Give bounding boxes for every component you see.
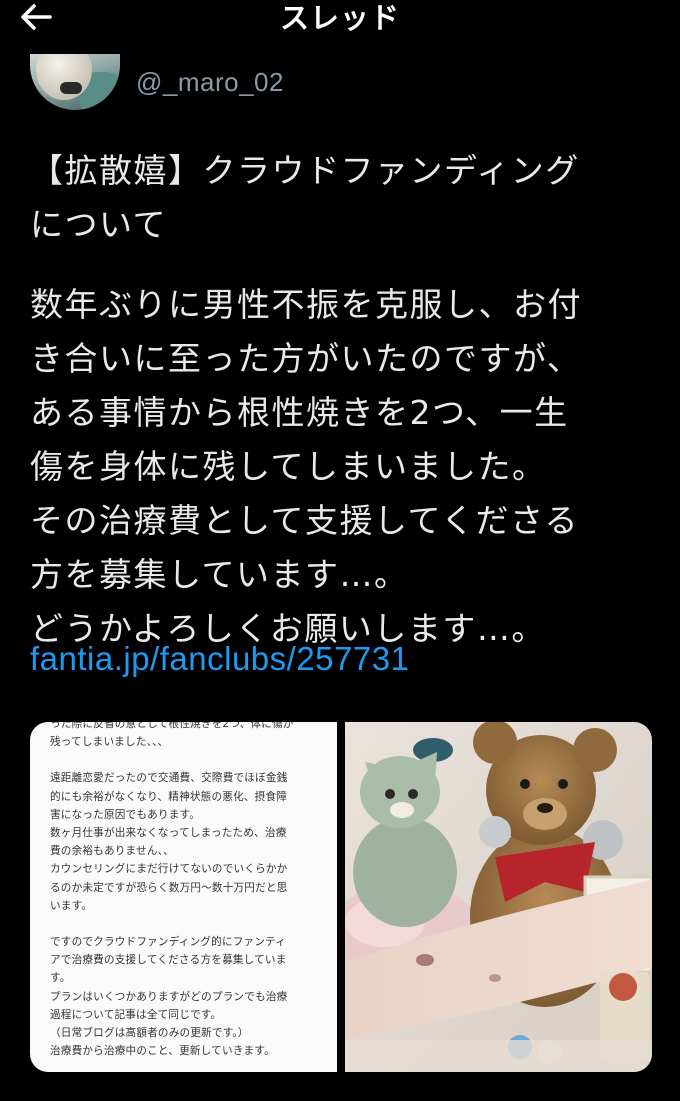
post-body: 数年ぶりに男性不振を克服し、お付 き合いに至った方がいたのですが、 ある事情から…: [30, 278, 660, 656]
doc-line: 過程について記事は全て同じです。: [50, 1008, 222, 1021]
doc-line: プランはいくつかありますがどのプランでも治療: [50, 990, 288, 1003]
fantia-link[interactable]: fantia.jp/fanclubs/257731: [30, 632, 409, 686]
author-handle[interactable]: @_maro_02: [136, 67, 284, 98]
post-body-line: 数年ぶりに男性不振を克服し、お付: [30, 285, 582, 324]
doc-line: います。: [50, 899, 93, 912]
avatar[interactable]: [30, 54, 120, 110]
post-body-line: ある事情から根性焼きを2つ、一生: [30, 393, 569, 432]
media-image-photo[interactable]: [345, 722, 652, 1072]
doc-line: （日常ブログは高額者のみの更新です。）: [50, 1027, 249, 1040]
doc-line: カウンセリングにまだ行けてないのでいくらかか: [50, 863, 288, 876]
doc-line: 治療費から治療中のこと、更新していきます。: [50, 1045, 275, 1058]
doc-line: 数ヶ月仕事が出来なくなってしまったため、治療: [50, 827, 287, 840]
post-text: 【拡散嬉】クラウドファンディング について 数年ぶりに男性不振を克服し、お付 き…: [30, 144, 660, 656]
post-title-line: について: [30, 205, 168, 244]
doc-line: 的にも余裕がなくなり、精神状態の悪化、摂食障: [50, 790, 288, 803]
media-grid: った際に反省の意として根性焼きを2つ、体に傷が 残ってしまいました、、、 遠距離…: [30, 722, 652, 1072]
page-title: スレッド: [279, 1, 400, 35]
doc-line: 費の余裕もありません、、: [50, 845, 174, 858]
doc-line: るのか未定ですが恐らく数万円〜数十万円だと思: [50, 881, 288, 894]
doc-line: アで治療費の支援してくださる方を募集していま: [50, 954, 287, 967]
doc-line: 残ってしまいました、、、: [50, 736, 169, 749]
doc-line: 害になった原因でもあります。: [50, 808, 201, 821]
post-title-line: 【拡散嬉】クラウドファンディング: [30, 151, 580, 190]
doc-line: す。: [50, 972, 71, 985]
author-row[interactable]: @_maro_02: [30, 52, 284, 112]
post-body-line: き合いに至った方がいたのですが、: [30, 339, 582, 378]
post-body-line: 傷を身体に残してしまいました。: [30, 447, 547, 486]
post-body-line: その治療費として支援してくださる: [30, 501, 580, 540]
doc-line: 遠距離恋愛だったので交通費、交際費でほぼ金銭: [50, 772, 288, 785]
doc-line: ですのでクラウドファンディング的にファンティ: [50, 936, 287, 949]
post-body-line: 方を募集しています…。: [30, 555, 409, 594]
doc-line: った際に反省の意として根性焼きを2つ、体に傷が: [50, 722, 294, 730]
top-bar: スレッド: [0, 0, 680, 40]
post-title: 【拡散嬉】クラウドファンディング について: [30, 144, 660, 252]
media-image-document[interactable]: った際に反省の意として根性焼きを2つ、体に傷が 残ってしまいました、、、 遠距離…: [30, 722, 337, 1072]
